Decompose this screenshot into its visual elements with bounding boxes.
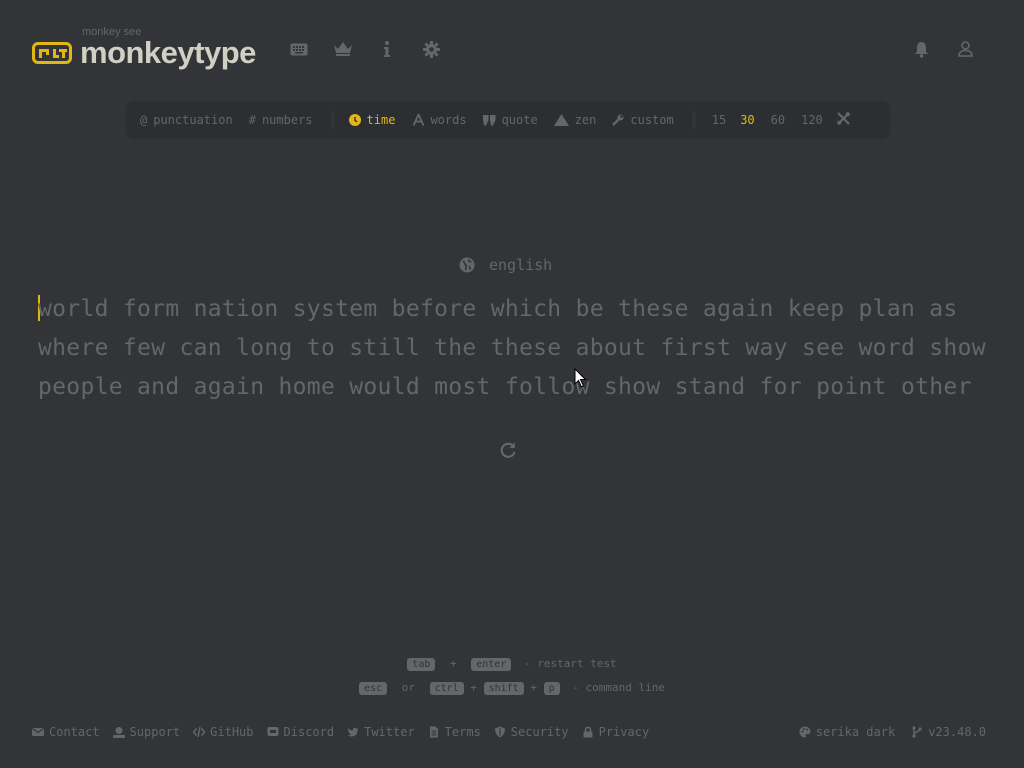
keytip-plus: + bbox=[449, 657, 457, 670]
mode-zen[interactable]: zen bbox=[553, 113, 597, 127]
palette-icon bbox=[799, 726, 811, 738]
bell-icon[interactable] bbox=[910, 38, 932, 60]
code-icon bbox=[193, 726, 206, 738]
restart-button[interactable] bbox=[498, 440, 518, 460]
key-ctrl: ctrl bbox=[429, 682, 464, 695]
footer-link-label: GitHub bbox=[210, 725, 254, 739]
key-esc: esc bbox=[359, 682, 388, 695]
mode-custom[interactable]: custom bbox=[612, 113, 674, 127]
header: monkey see monkeytype bbox=[32, 24, 976, 76]
theme-button[interactable]: serika dark bbox=[799, 725, 895, 739]
mode-quote-label: quote bbox=[501, 113, 538, 127]
footer-link-support[interactable]: Support bbox=[112, 725, 181, 739]
mode-words-label: words bbox=[430, 113, 467, 127]
lock-icon bbox=[583, 726, 593, 738]
footer-link-label: Contact bbox=[49, 725, 100, 739]
mode-words[interactable]: words bbox=[413, 113, 467, 127]
logo-text: monkeytype bbox=[80, 35, 256, 70]
numbers-toggle[interactable]: # numbers bbox=[249, 113, 313, 127]
mode-time[interactable]: time bbox=[348, 113, 396, 127]
numbers-label: numbers bbox=[261, 113, 313, 127]
test-config-bar: @ punctuation # numbers time words quote… bbox=[126, 101, 890, 139]
mode-quote[interactable]: quote bbox=[482, 113, 538, 127]
file-icon bbox=[429, 726, 438, 738]
language-label: english bbox=[489, 256, 553, 274]
footer-link-label: Terms bbox=[444, 725, 481, 739]
footer-link-privacy[interactable]: Privacy bbox=[582, 725, 650, 739]
keytip-command-text: - command line bbox=[572, 681, 665, 694]
footer-link-label: Discord bbox=[283, 725, 335, 739]
mode-zen-label: zen bbox=[574, 113, 597, 127]
twitter-icon bbox=[347, 727, 359, 737]
keytip-or: or bbox=[401, 681, 415, 694]
words-line-2-text: where few can long to still the these ab… bbox=[38, 335, 986, 361]
key-tab: tab bbox=[407, 658, 436, 671]
keytip-command-line: esc or ctrl + shift + p - command line bbox=[0, 676, 1024, 700]
footer-link-twitter[interactable]: Twitter bbox=[347, 725, 415, 739]
code-branch-icon bbox=[912, 726, 922, 738]
custom-time-tools-icon[interactable] bbox=[836, 112, 850, 128]
globe-icon bbox=[459, 257, 475, 273]
divider bbox=[330, 111, 335, 129]
version-label: v23.48.0 bbox=[928, 725, 986, 739]
envelope-icon bbox=[32, 728, 44, 736]
hash-icon: # bbox=[248, 113, 256, 127]
footer-link-terms[interactable]: Terms bbox=[428, 725, 481, 739]
shield-icon bbox=[494, 726, 505, 738]
keytip-plus: + bbox=[530, 681, 537, 694]
version-button[interactable]: v23.48.0 bbox=[911, 725, 986, 739]
mountain-icon bbox=[553, 114, 569, 126]
words-area[interactable]: world form nation system before which be… bbox=[38, 290, 998, 407]
mouse-cursor-icon bbox=[574, 367, 588, 392]
discord-icon bbox=[267, 727, 279, 736]
words-line: where few can long to still the these ab… bbox=[38, 329, 998, 368]
language-selector[interactable]: english bbox=[459, 256, 552, 274]
keytip-plus: + bbox=[470, 681, 477, 694]
footer-link-discord[interactable]: Discord bbox=[267, 725, 335, 739]
punctuation-toggle[interactable]: @ punctuation bbox=[140, 113, 233, 127]
mode-time-label: time bbox=[366, 113, 396, 127]
footer-link-label: Security bbox=[510, 725, 569, 739]
keytip-restart-text: - restart test bbox=[523, 657, 617, 670]
words-line-3-text: people and again home would most follow … bbox=[38, 374, 972, 400]
punctuation-label: punctuation bbox=[153, 113, 233, 127]
words-line: world form nation system before which be… bbox=[38, 290, 998, 329]
keyboard-icon[interactable] bbox=[288, 38, 310, 60]
mode-custom-label: custom bbox=[630, 113, 674, 127]
donate-icon bbox=[112, 727, 125, 738]
key-p: p bbox=[543, 682, 560, 695]
time-15[interactable]: 15 bbox=[712, 113, 726, 127]
gear-icon[interactable] bbox=[420, 38, 442, 60]
time-30[interactable]: 30 bbox=[740, 113, 754, 127]
crown-icon[interactable] bbox=[332, 38, 354, 60]
font-icon bbox=[413, 114, 425, 126]
footer-link-label: Privacy bbox=[598, 725, 650, 739]
footer-link-contact[interactable]: Contact bbox=[32, 725, 100, 739]
at-icon: @ bbox=[140, 113, 148, 127]
wrench-icon bbox=[612, 114, 624, 126]
quote-icon bbox=[482, 114, 496, 125]
user-icon[interactable] bbox=[954, 38, 976, 60]
footer-link-security[interactable]: Security bbox=[494, 725, 569, 739]
clock-icon bbox=[348, 114, 361, 126]
key-enter: enter bbox=[471, 658, 512, 671]
keytip-restart: tab + enter - restart test bbox=[0, 652, 1024, 676]
time-60[interactable]: 60 bbox=[771, 113, 785, 127]
theme-label: serika dark bbox=[815, 725, 896, 739]
redo-icon bbox=[500, 442, 516, 458]
footer: Contact Support GitHub Discord Twitter T… bbox=[32, 722, 986, 742]
keytips: tab + enter - restart test esc or ctrl +… bbox=[0, 652, 1024, 700]
divider bbox=[691, 111, 696, 129]
logo-icon bbox=[32, 42, 72, 64]
key-shift: shift bbox=[483, 682, 524, 695]
info-icon[interactable] bbox=[376, 38, 398, 60]
logo[interactable]: monkey see monkeytype bbox=[32, 26, 256, 70]
footer-link-github[interactable]: GitHub bbox=[193, 725, 254, 739]
words-line: people and again home would most follow … bbox=[38, 368, 998, 407]
words-line-1-text: world form nation system before which be… bbox=[38, 296, 958, 322]
time-120[interactable]: 120 bbox=[801, 113, 823, 127]
logo-subtitle: monkey see bbox=[82, 26, 142, 38]
footer-link-label: Support bbox=[129, 725, 181, 739]
footer-link-label: Twitter bbox=[364, 725, 415, 739]
